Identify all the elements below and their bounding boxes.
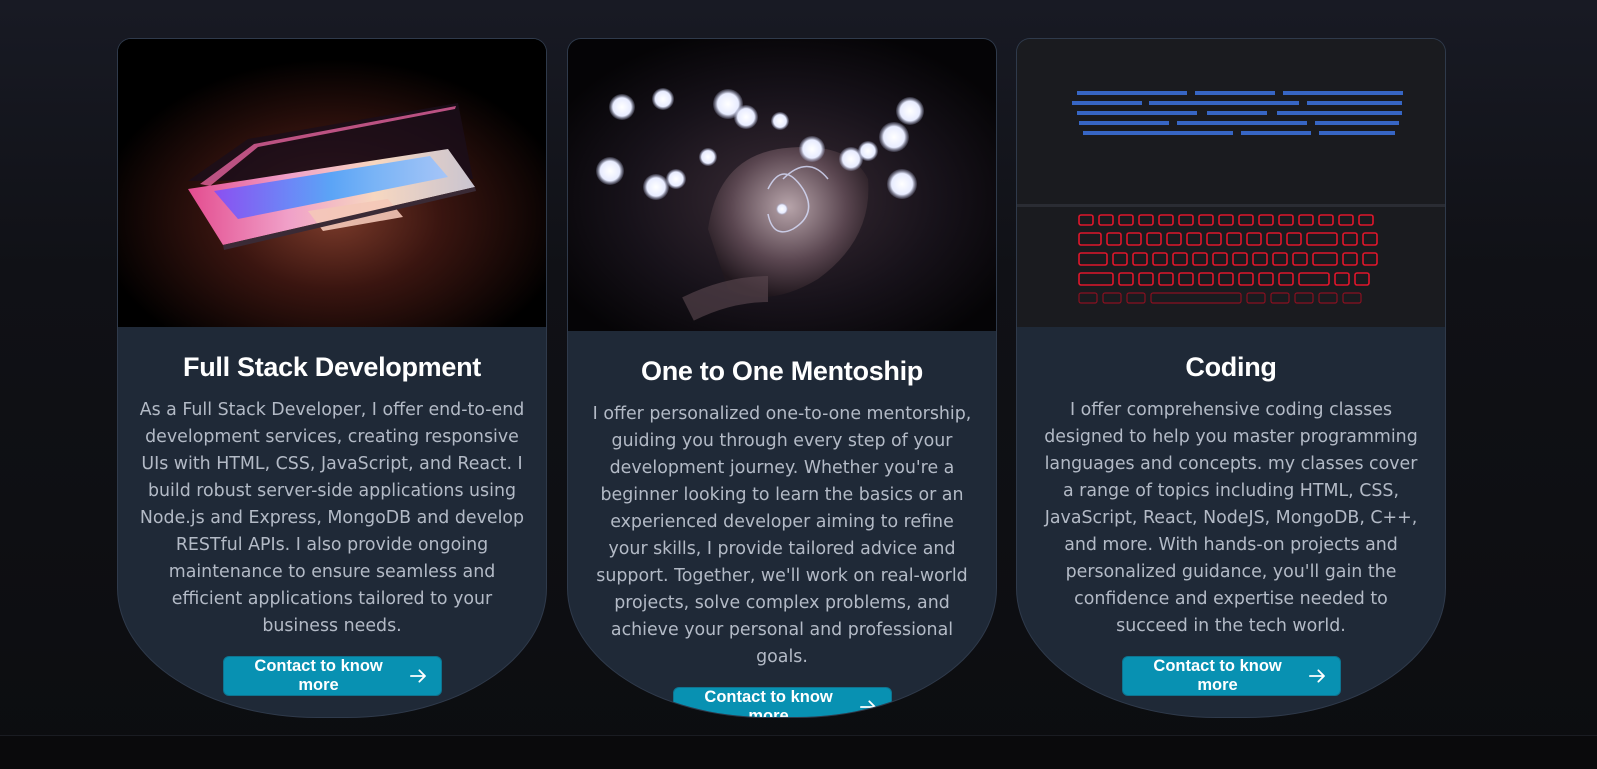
card-description: As a Full Stack Developer, I offer end-t…: [139, 400, 525, 636]
contact-button-label: Contact to know more: [1153, 657, 1282, 694]
contact-button-label: Contact to know more: [254, 657, 383, 694]
service-card-mentorship: One to One Mentoship I offer personalize…: [567, 38, 997, 718]
arrow-right-icon: [409, 669, 426, 683]
contact-button[interactable]: Contact to know more: [222, 656, 442, 696]
service-card-coding: Coding I offer comprehensive coding clas…: [1016, 38, 1446, 718]
glowing-laptop-image: [118, 39, 546, 327]
arrow-right-icon: [1308, 669, 1325, 683]
card-title: Full Stack Development: [183, 352, 481, 382]
card-description: I offer comprehensive coding classes des…: [1044, 400, 1418, 636]
contact-button-label: Contact to know more: [704, 688, 833, 718]
contact-button[interactable]: Contact to know more: [672, 687, 892, 718]
hand-bokeh-image: [568, 39, 996, 331]
card-description: I offer personalized one-to-one mentorsh…: [592, 404, 972, 667]
footer: [0, 735, 1597, 769]
contact-button[interactable]: Contact to know more: [1121, 656, 1341, 696]
arrow-right-icon: [859, 700, 876, 714]
card-title: One to One Mentoship: [641, 356, 923, 386]
keyboard-code-image: [1017, 39, 1445, 327]
service-card-full-stack: Full Stack Development As a Full Stack D…: [117, 38, 547, 718]
card-title: Coding: [1185, 352, 1277, 382]
